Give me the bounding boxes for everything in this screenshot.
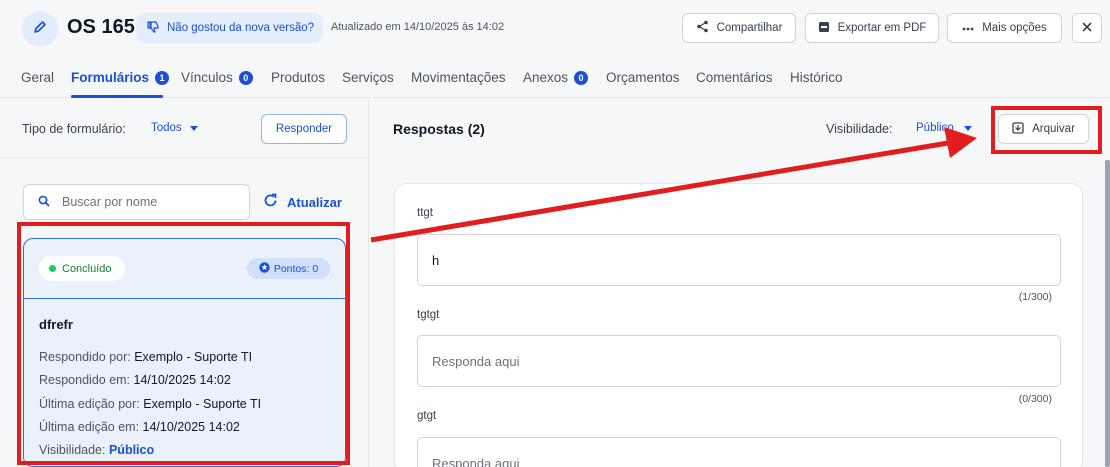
caret-down-icon bbox=[963, 122, 972, 134]
responses-panel: Respostas (2) Visibilidade: Público Arqu… bbox=[370, 99, 1110, 467]
tab-geral[interactable]: Geral bbox=[21, 70, 54, 85]
char-counter: (0/300) bbox=[1018, 393, 1052, 405]
tab-badge: 1 bbox=[155, 70, 170, 85]
tab-bar: Geral Formulários 1 Vínculos 0 Produtos Se… bbox=[0, 56, 1110, 98]
feedback-label: Não gostou da nova versão? bbox=[167, 22, 315, 34]
close-icon bbox=[1082, 21, 1092, 35]
active-tab-indicator bbox=[71, 95, 163, 98]
visibility-label: Visibilidade: bbox=[826, 122, 893, 136]
tab-produtos[interactable]: Produtos bbox=[271, 70, 325, 85]
question-label: tgtgt bbox=[417, 309, 440, 321]
forms-toolbar: Tipo de formulário: Todos Responder bbox=[0, 99, 369, 158]
updated-timestamp: Atualizado em 14/10/2025 às 14:02 bbox=[331, 21, 505, 33]
header: OS 165 Não gostou da nova versão? Atuali… bbox=[0, 0, 1110, 56]
more-options-label: Mais opções bbox=[982, 22, 1047, 34]
page-title: OS 165 bbox=[67, 16, 135, 38]
tab-comentarios[interactable]: Comentários bbox=[696, 70, 773, 85]
highlight-box-archive bbox=[991, 106, 1102, 154]
tab-badge: 0 bbox=[574, 70, 589, 85]
export-pdf-label: Exportar em PDF bbox=[837, 22, 927, 34]
close-button[interactable] bbox=[1072, 13, 1102, 43]
form-type-select[interactable]: Todos bbox=[151, 122, 198, 134]
tab-servicos[interactable]: Serviços bbox=[342, 70, 394, 85]
search-placeholder: Buscar por nome bbox=[62, 195, 158, 209]
scrollbar[interactable] bbox=[1105, 160, 1110, 467]
respond-button[interactable]: Responder bbox=[261, 114, 347, 144]
refresh-button[interactable]: Atualizar bbox=[263, 193, 342, 211]
thumbs-down-icon bbox=[146, 20, 160, 37]
form-type-label: Tipo de formulário: bbox=[22, 122, 126, 136]
form-type-value: Todos bbox=[151, 122, 182, 134]
tab-badge: 0 bbox=[238, 70, 253, 85]
answer-input[interactable]: h bbox=[417, 234, 1061, 286]
more-options-button[interactable]: Mais opções bbox=[947, 13, 1062, 43]
tab-anexos[interactable]: Anexos 0 bbox=[523, 70, 589, 85]
share-icon bbox=[696, 20, 709, 36]
search-input[interactable]: Buscar por nome bbox=[23, 184, 250, 220]
question-label: ttgt bbox=[417, 207, 433, 219]
pdf-icon bbox=[818, 21, 830, 36]
tab-movimentacoes[interactable]: Movimentações bbox=[411, 70, 506, 85]
highlight-box-card bbox=[17, 222, 350, 465]
feedback-button[interactable]: Não gostou da nova versão? bbox=[136, 13, 323, 43]
responses-title: Respostas (2) bbox=[393, 121, 485, 137]
search-icon bbox=[38, 195, 50, 210]
caret-down-icon bbox=[189, 122, 198, 134]
share-label: Compartilhar bbox=[716, 22, 783, 34]
refresh-icon bbox=[263, 193, 278, 211]
answer-input[interactable]: Responda aqui bbox=[417, 437, 1061, 467]
question-label: gtgt bbox=[417, 410, 437, 422]
visibility-value: Público bbox=[916, 122, 954, 134]
more-dots-icon bbox=[962, 22, 974, 34]
tab-formularios[interactable]: Formulários 1 bbox=[71, 70, 170, 85]
export-pdf-button[interactable]: Exportar em PDF bbox=[805, 13, 939, 43]
refresh-label: Atualizar bbox=[287, 194, 342, 210]
tab-vinculos[interactable]: Vínculos 0 bbox=[181, 70, 253, 85]
share-button[interactable]: Compartilhar bbox=[682, 13, 796, 43]
visibility-select[interactable]: Público bbox=[916, 122, 972, 134]
pencil-icon bbox=[32, 19, 48, 40]
char-counter: (1/300) bbox=[1018, 291, 1052, 303]
answer-input[interactable]: Responda aqui bbox=[417, 335, 1061, 387]
tab-orcamentos[interactable]: Orçamentos bbox=[606, 70, 680, 85]
edit-button[interactable] bbox=[22, 11, 58, 47]
tab-historico[interactable]: Histórico bbox=[790, 70, 843, 85]
responses-card: ttgt h (1/300) tgtgt Responda aqui (0/30… bbox=[394, 183, 1083, 467]
